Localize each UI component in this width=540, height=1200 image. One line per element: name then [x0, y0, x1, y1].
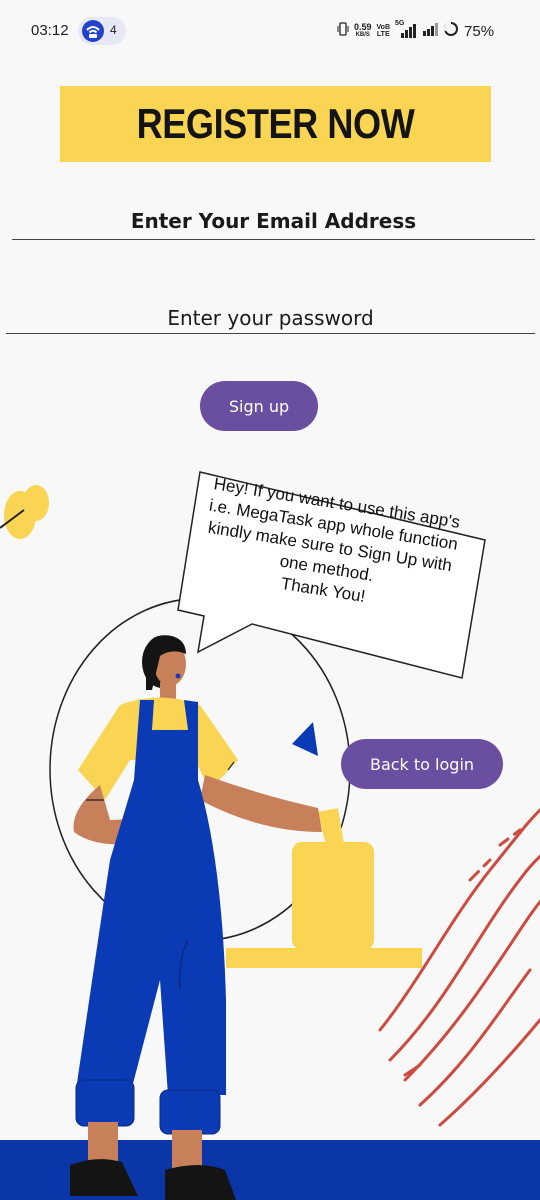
signal-5g-icon: 5G — [395, 20, 417, 39]
blue-triangle-decoration — [292, 722, 318, 756]
hotspot-count: 4 — [110, 23, 117, 37]
battery-icon — [443, 21, 459, 42]
ballot-box — [292, 842, 374, 950]
status-bar: 03:12 4 0.59 KB/S VoB LTE 5G 75% — [0, 0, 540, 62]
woman-figure — [70, 635, 322, 1200]
net-speed: 0.59 KB/S — [354, 23, 372, 39]
vibrate-icon — [337, 21, 349, 41]
hotspot-indicator: 4 — [78, 17, 126, 45]
sign-up-button[interactable]: Sign up — [200, 381, 318, 431]
wifi-hotspot-icon — [82, 20, 104, 42]
status-icons: 0.59 KB/S VoB LTE 5G 75% — [337, 20, 495, 42]
net-speed-unit: KB/S — [355, 32, 370, 38]
yellow-leaf-decoration — [0, 485, 49, 539]
volte-bottom: LTE — [376, 31, 390, 38]
battery-percent: 75% — [464, 22, 495, 40]
paper-slip — [318, 808, 344, 846]
password-input[interactable]: Enter your password — [6, 302, 535, 334]
signal-icon — [422, 22, 439, 41]
back-to-login-button[interactable]: Back to login — [341, 739, 503, 789]
feet-overlay — [70, 1140, 236, 1200]
banner-title: REGISTER NOW — [136, 100, 415, 147]
email-input[interactable]: Enter Your Email Address — [12, 205, 535, 240]
table-top — [226, 948, 422, 968]
email-placeholder: Enter Your Email Address — [130, 209, 417, 233]
net-speed-value: 0.59 — [354, 22, 372, 32]
register-now-banner: REGISTER NOW — [60, 86, 491, 162]
volte-top: VoB — [376, 24, 391, 31]
volte-indicator: VoB LTE — [377, 24, 390, 38]
password-placeholder: Enter your password — [167, 306, 374, 330]
status-time: 03:12 — [31, 22, 69, 39]
